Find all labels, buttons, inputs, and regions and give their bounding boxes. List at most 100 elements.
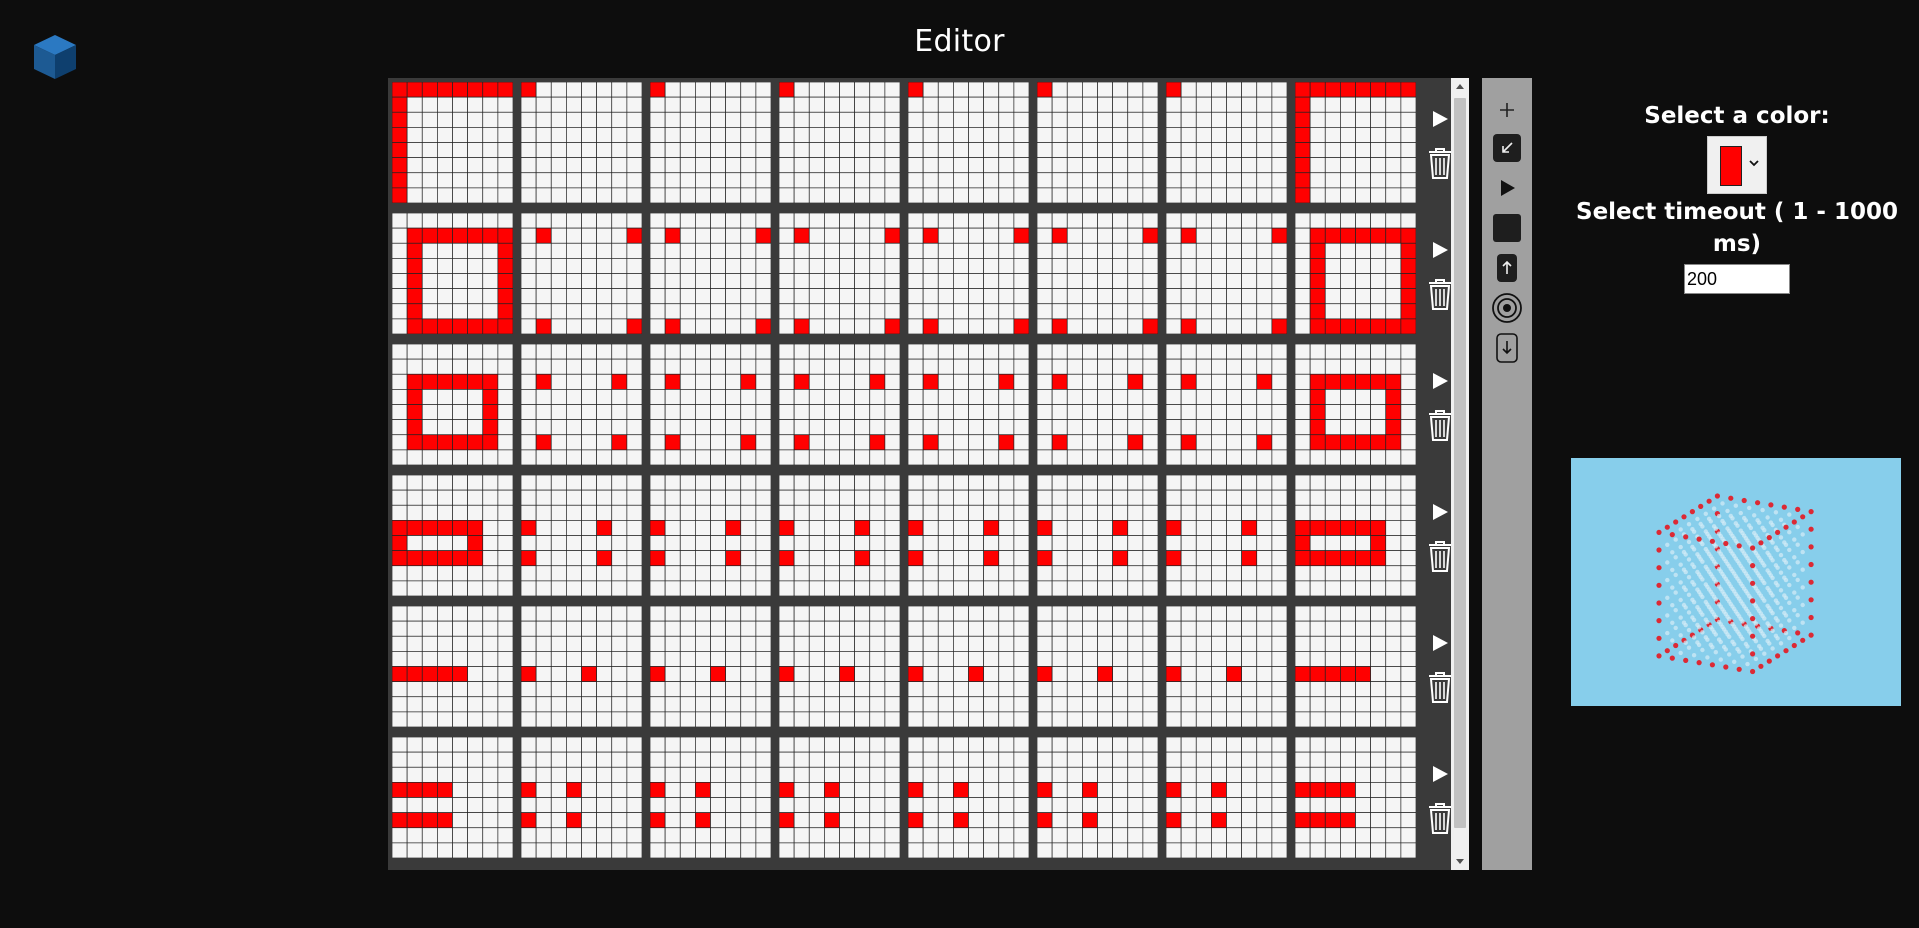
led-cell[interactable] [664,242,681,259]
frame-layer[interactable] [1295,606,1416,727]
led-cell[interactable] [596,434,613,451]
led-cell[interactable] [1400,520,1416,536]
led-cell[interactable] [1370,620,1387,637]
led-cell[interactable] [824,273,840,289]
led-cell[interactable] [1037,213,1053,229]
led-cell[interactable] [1051,111,1068,128]
led-cell[interactable] [1211,389,1227,405]
led-cell[interactable] [392,242,408,259]
led-cell[interactable] [1324,318,1341,334]
led-cell[interactable] [1166,404,1182,420]
led-cell[interactable] [1355,227,1371,244]
led-cell[interactable] [1112,358,1129,375]
led-cell[interactable] [566,751,582,768]
led-cell[interactable] [998,344,1015,360]
led-cell[interactable] [452,344,468,360]
led-cell[interactable] [1211,258,1227,274]
led-cell[interactable] [854,766,871,783]
led-cell[interactable] [1226,242,1242,259]
led-cell[interactable] [664,797,681,813]
led-cell[interactable] [968,766,984,783]
led-cell[interactable] [1195,580,1212,596]
led-cell[interactable] [596,666,613,682]
led-cell[interactable] [437,489,453,506]
led-cell[interactable] [869,242,886,259]
led-cell[interactable] [779,620,795,637]
led-cell[interactable] [467,696,484,713]
led-cell[interactable] [1166,751,1182,768]
led-cell[interactable] [437,187,453,203]
led-cell[interactable] [998,827,1015,844]
led-cell[interactable] [521,288,537,305]
led-cell[interactable] [1166,606,1182,622]
led-cell[interactable] [1166,172,1182,189]
led-cell[interactable] [1013,142,1029,158]
led-cell[interactable] [1051,389,1068,405]
led-cell[interactable] [710,404,726,420]
led-cell[interactable] [679,797,696,813]
led-cell[interactable] [755,127,771,143]
led-cell[interactable] [1066,318,1083,334]
led-cell[interactable] [421,358,438,375]
led-cell[interactable] [406,172,423,189]
led-cell[interactable] [1211,782,1227,798]
led-cell[interactable] [1082,404,1098,420]
led-cell[interactable] [1355,827,1371,844]
led-cell[interactable] [1324,504,1341,521]
led-cell[interactable] [740,606,757,622]
led-cell[interactable] [793,434,810,451]
led-cell[interactable] [1309,565,1326,582]
led-cell[interactable] [406,737,423,753]
led-cell[interactable] [596,303,613,320]
led-cell[interactable] [1142,373,1158,390]
led-cell[interactable] [467,373,484,390]
frame-layer[interactable] [908,82,1029,203]
led-cell[interactable] [1309,96,1326,113]
led-cell[interactable] [808,227,825,244]
led-cell[interactable] [1324,419,1341,436]
led-cell[interactable] [1166,550,1182,567]
led-cell[interactable] [664,82,681,98]
led-cell[interactable] [1295,213,1311,229]
led-cell[interactable] [521,127,537,143]
led-cell[interactable] [953,620,969,637]
led-cell[interactable] [953,504,969,521]
led-cell[interactable] [1309,318,1326,334]
led-cell[interactable] [1066,82,1083,98]
led-cell[interactable] [452,766,468,783]
led-cell[interactable] [968,303,984,320]
led-cell[interactable] [1066,535,1083,551]
led-cell[interactable] [1037,812,1053,829]
led-cell[interactable] [1127,404,1144,420]
led-cell[interactable] [452,475,468,491]
led-cell[interactable] [437,711,453,727]
led-cell[interactable] [953,434,969,451]
led-cell[interactable] [869,227,886,244]
led-cell[interactable] [467,187,484,203]
led-cell[interactable] [968,434,984,451]
led-cell[interactable] [1211,620,1227,637]
led-cell[interactable] [596,751,613,768]
led-cell[interactable] [968,373,984,390]
led-cell[interactable] [521,681,537,698]
led-cell[interactable] [664,737,681,753]
led-cell[interactable] [953,475,969,491]
led-cell[interactable] [1355,419,1371,436]
led-cell[interactable] [1385,681,1402,698]
led-cell[interactable] [566,258,582,274]
led-cell[interactable] [740,520,757,536]
led-cell[interactable] [695,187,711,203]
led-cell[interactable] [664,580,681,596]
led-cell[interactable] [650,404,666,420]
led-cell[interactable] [740,827,757,844]
led-cell[interactable] [1370,242,1387,259]
led-cell[interactable] [1013,666,1029,682]
led-cell[interactable] [839,812,855,829]
led-cell[interactable] [1241,504,1258,521]
led-cell[interactable] [1355,172,1371,189]
led-cell[interactable] [482,172,499,189]
led-cell[interactable] [1195,827,1212,844]
led-cell[interactable] [482,797,499,813]
led-cell[interactable] [1051,404,1068,420]
led-cell[interactable] [581,812,597,829]
